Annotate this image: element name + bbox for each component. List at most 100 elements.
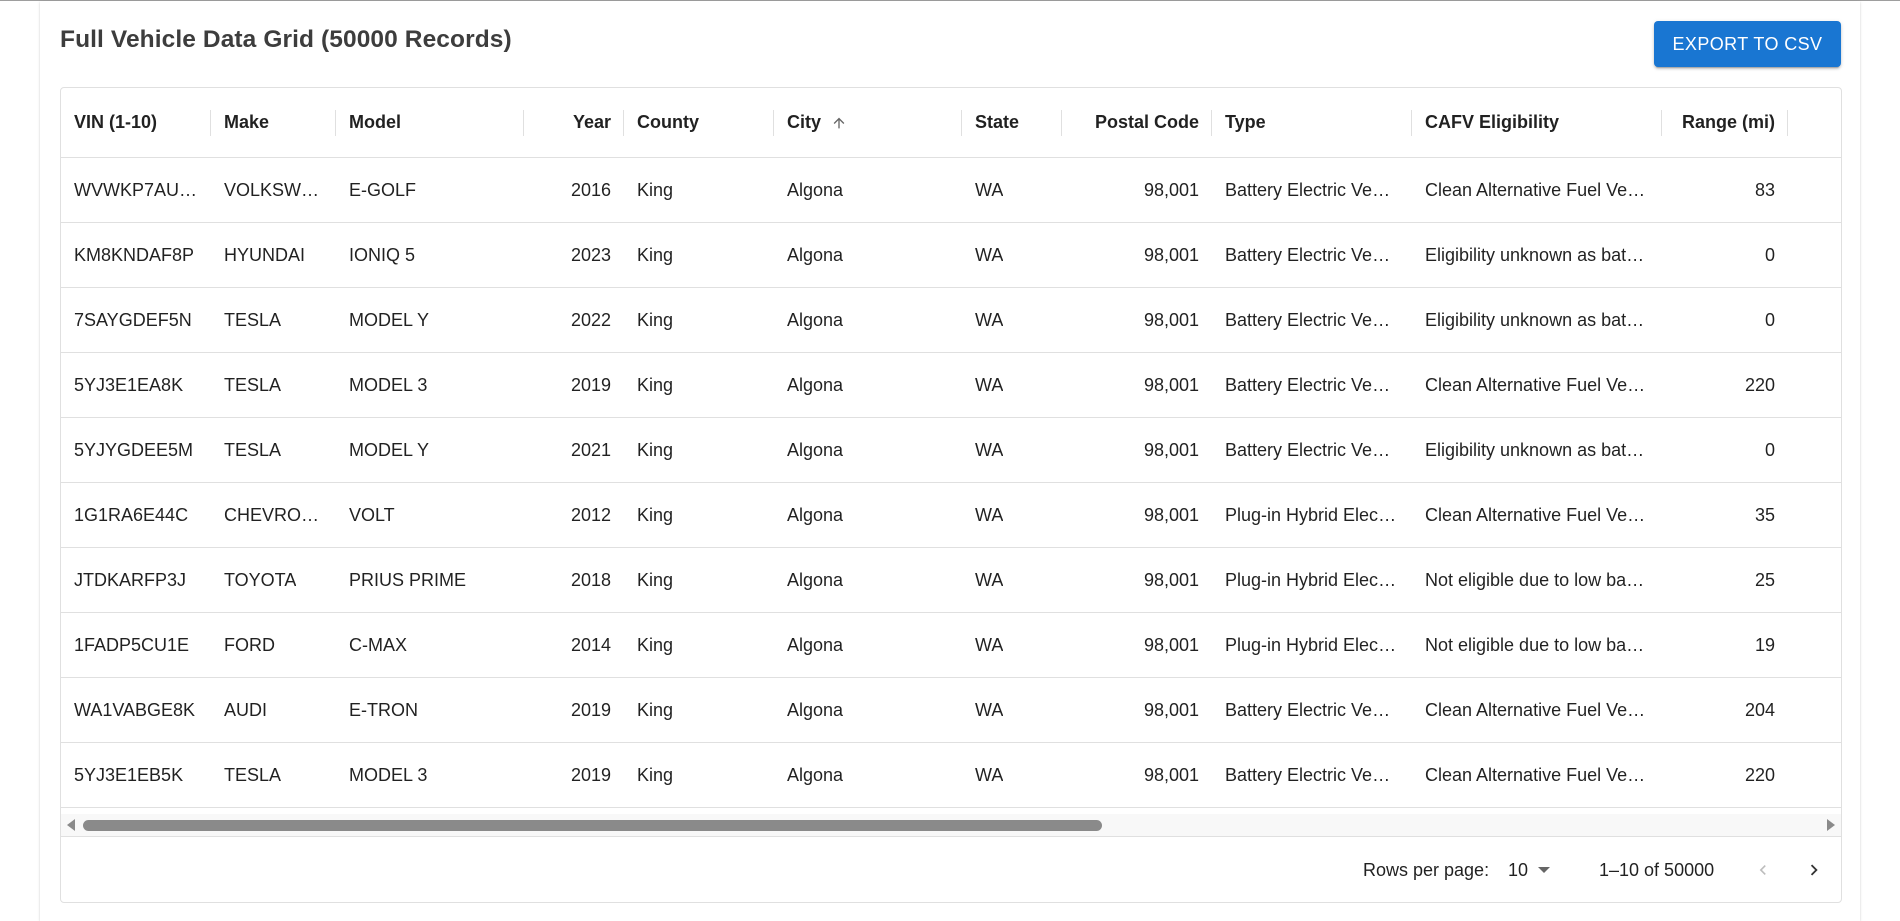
cell-model[interactable]: MODEL Y <box>336 418 524 482</box>
table-row[interactable]: KM8KNDAF8P HYUNDAI IONIQ 5 2023 King Algona WA… <box>61 223 1841 288</box>
cell-year[interactable]: 2016 <box>524 158 624 222</box>
table-row[interactable]: 1FADP5CU1E FORD C-MAX 2014 King Algona WA 98,00… <box>61 613 1841 678</box>
cell-city[interactable]: Algona <box>774 223 962 287</box>
cell-state[interactable]: WA <box>962 223 1062 287</box>
column-separator[interactable] <box>623 110 624 136</box>
cell-range[interactable]: 25 <box>1662 548 1788 612</box>
column-header-cafv[interactable]: CAFV Eligibility <box>1412 88 1662 157</box>
column-header-vin[interactable]: VIN (1-10) <box>61 88 211 157</box>
cell-vin[interactable]: 5YJ3E1EA8K <box>61 353 211 417</box>
cell-year[interactable]: 2021 <box>524 418 624 482</box>
cell-vin[interactable]: JTDKARFP3J <box>61 548 211 612</box>
cell-city[interactable]: Algona <box>774 483 962 547</box>
cell-range[interactable]: 220 <box>1662 743 1788 807</box>
cell-vin[interactable]: 7SAYGDEF5N <box>61 288 211 352</box>
cell-model[interactable]: E-GOLF <box>336 158 524 222</box>
cell-county[interactable]: King <box>624 158 774 222</box>
cell-year[interactable]: 2012 <box>524 483 624 547</box>
cell-cafv[interactable]: Eligibility unknown as batt… <box>1412 223 1662 287</box>
cell-state[interactable]: WA <box>962 353 1062 417</box>
column-header-year[interactable]: Year <box>524 88 624 157</box>
cell-county[interactable]: King <box>624 353 774 417</box>
cell-cafv[interactable]: Clean Alternative Fuel Veh… <box>1412 743 1662 807</box>
table-row[interactable]: 5YJ3E1EA8K TESLA MODEL 3 2019 King Algona WA 98… <box>61 353 1841 418</box>
column-header-model[interactable]: Model <box>336 88 524 157</box>
cell-type[interactable]: Plug-in Hybrid Elect… <box>1212 548 1412 612</box>
cell-postal[interactable]: 98,001 <box>1062 288 1212 352</box>
cell-postal[interactable]: 98,001 <box>1062 613 1212 677</box>
cell-year[interactable]: 2019 <box>524 678 624 742</box>
cell-postal[interactable]: 98,001 <box>1062 223 1212 287</box>
cell-cafv[interactable]: Clean Alternative Fuel Veh… <box>1412 158 1662 222</box>
cell-state[interactable]: WA <box>962 418 1062 482</box>
cell-range[interactable]: 220 <box>1662 353 1788 417</box>
column-separator[interactable] <box>1411 110 1412 136</box>
cell-range[interactable]: 0 <box>1662 223 1788 287</box>
cell-state[interactable]: WA <box>962 288 1062 352</box>
cell-type[interactable]: Battery Electric Vehi… <box>1212 353 1412 417</box>
cell-county[interactable]: King <box>624 743 774 807</box>
cell-type[interactable]: Battery Electric Vehi… <box>1212 418 1412 482</box>
cell-cafv[interactable]: Clean Alternative Fuel Veh… <box>1412 678 1662 742</box>
cell-type[interactable]: Battery Electric Vehi… <box>1212 288 1412 352</box>
column-separator[interactable] <box>773 110 774 136</box>
cell-vin[interactable]: 1G1RA6E44C <box>61 483 211 547</box>
cell-model[interactable]: E-TRON <box>336 678 524 742</box>
cell-make[interactable]: TESLA <box>211 288 336 352</box>
cell-range[interactable]: 35 <box>1662 483 1788 547</box>
cell-year[interactable]: 2019 <box>524 743 624 807</box>
cell-make[interactable]: VOLKSW… <box>211 158 336 222</box>
cell-cafv[interactable]: Not eligible due to low batt… <box>1412 548 1662 612</box>
cell-postal[interactable]: 98,001 <box>1062 158 1212 222</box>
cell-postal[interactable]: 98,001 <box>1062 548 1212 612</box>
column-separator[interactable] <box>523 110 524 136</box>
cell-year[interactable]: 2022 <box>524 288 624 352</box>
cell-model[interactable]: MODEL 3 <box>336 743 524 807</box>
column-header-make[interactable]: Make <box>211 88 336 157</box>
cell-range[interactable]: 83 <box>1662 158 1788 222</box>
cell-make[interactable]: TOYOTA <box>211 548 336 612</box>
cell-cafv[interactable]: Not eligible due to low batt… <box>1412 613 1662 677</box>
cell-city[interactable]: Algona <box>774 158 962 222</box>
cell-model[interactable]: IONIQ 5 <box>336 223 524 287</box>
cell-type[interactable]: Battery Electric Vehi… <box>1212 158 1412 222</box>
cell-model[interactable]: MODEL 3 <box>336 353 524 417</box>
table-row[interactable]: 7SAYGDEF5N TESLA MODEL Y 2022 King Algona WA 98… <box>61 288 1841 353</box>
table-row[interactable]: JTDKARFP3J TOYOTA PRIUS PRIME 2018 King Algon… <box>61 548 1841 613</box>
cell-state[interactable]: WA <box>962 678 1062 742</box>
cell-state[interactable]: WA <box>962 613 1062 677</box>
cell-city[interactable]: Algona <box>774 353 962 417</box>
column-separator[interactable] <box>1211 110 1212 136</box>
cell-postal[interactable]: 98,001 <box>1062 678 1212 742</box>
next-page-button[interactable] <box>1796 852 1832 888</box>
column-header-county[interactable]: County <box>624 88 774 157</box>
column-separator[interactable] <box>961 110 962 136</box>
cell-make[interactable]: TESLA <box>211 418 336 482</box>
column-separator[interactable] <box>1061 110 1062 136</box>
cell-postal[interactable]: 98,001 <box>1062 418 1212 482</box>
column-header-type[interactable]: Type <box>1212 88 1412 157</box>
cell-make[interactable]: HYUNDAI <box>211 223 336 287</box>
column-header-overflow[interactable] <box>1788 88 1841 157</box>
scroll-left-arrow-icon[interactable] <box>67 819 75 831</box>
cell-state[interactable]: WA <box>962 483 1062 547</box>
cell-type[interactable]: Plug-in Hybrid Elect… <box>1212 483 1412 547</box>
cell-make[interactable]: CHEVRO… <box>211 483 336 547</box>
horizontal-scrollbar[interactable] <box>61 814 1841 837</box>
cell-model[interactable]: C-MAX <box>336 613 524 677</box>
previous-page-button[interactable] <box>1745 852 1781 888</box>
cell-year[interactable]: 2014 <box>524 613 624 677</box>
cell-county[interactable]: King <box>624 418 774 482</box>
sort-arrow-up-icon[interactable] <box>831 114 847 132</box>
cell-city[interactable]: Algona <box>774 288 962 352</box>
cell-state[interactable]: WA <box>962 158 1062 222</box>
scroll-right-arrow-icon[interactable] <box>1827 819 1835 831</box>
cell-make[interactable]: FORD <box>211 613 336 677</box>
cell-city[interactable]: Algona <box>774 548 962 612</box>
cell-make[interactable]: TESLA <box>211 743 336 807</box>
column-header-city[interactable]: City <box>774 88 962 157</box>
column-header-range[interactable]: Range (mi) <box>1662 88 1788 157</box>
table-row[interactable]: 5YJ3E1EB5K TESLA MODEL 3 2019 King Algona WA 98… <box>61 743 1841 808</box>
cell-county[interactable]: King <box>624 548 774 612</box>
cell-year[interactable]: 2019 <box>524 353 624 417</box>
